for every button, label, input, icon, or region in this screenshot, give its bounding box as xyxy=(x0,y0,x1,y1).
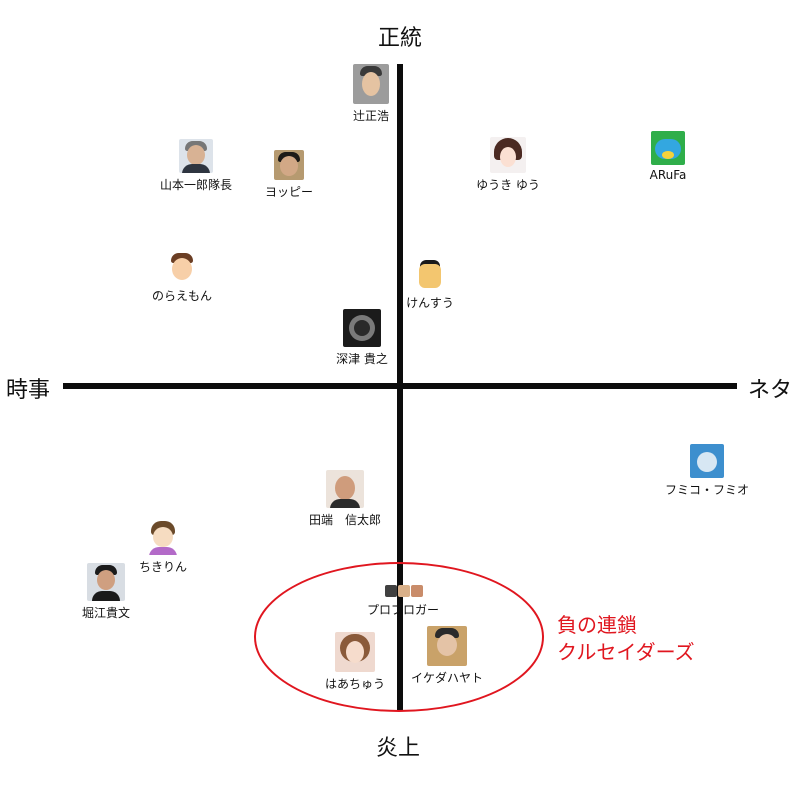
axis-label-top: 正統 xyxy=(378,26,423,51)
person-name: ARuFa xyxy=(649,168,687,182)
person-name: フミコ・フミオ xyxy=(664,483,749,497)
person-name: のらえもん xyxy=(151,289,212,303)
person-norae: のらえもん xyxy=(142,252,222,304)
man-portrait-icon xyxy=(87,563,125,601)
axis-label-bottom: 炎上 xyxy=(376,736,421,761)
highlight-ellipse xyxy=(254,562,544,712)
person-name: 田端 信太郎 xyxy=(308,513,381,527)
person-name: ちきりん xyxy=(138,560,187,574)
group-annotation: 負の連鎖 クルセイダーズ xyxy=(557,612,695,666)
cartoon-face-icon xyxy=(166,252,198,284)
man-portrait-icon xyxy=(326,470,364,508)
annotation-line-1: 負の連鎖 xyxy=(557,613,637,637)
person-chikirin: ちきりん xyxy=(131,521,195,575)
anime-girl-icon xyxy=(490,137,526,173)
axis-label-left: 時事 xyxy=(6,378,51,403)
person-name: 山本一郎隊長 xyxy=(159,178,232,192)
positioning-map: 正統 炎上 時事 ネタ 辻正浩 山本一郎隊長 ヨッピー ゆうき ゆう ARuFa… xyxy=(0,0,800,800)
person-fumiko: フミコ・フミオ xyxy=(660,444,754,498)
person-horie: 堀江貴文 xyxy=(74,563,138,621)
person-name: ヨッピー xyxy=(264,185,313,199)
man-portrait-icon xyxy=(274,150,304,180)
person-name: けんすう xyxy=(406,296,454,310)
person-fukatsu: 深津 貴之 xyxy=(330,309,394,367)
camera-lens-icon xyxy=(343,309,381,347)
person-yuuki: ゆうき ゆう xyxy=(468,137,548,193)
cartoon-face-icon xyxy=(414,259,446,291)
annotation-line-2: クルセイダーズ xyxy=(557,640,695,664)
person-name: ゆうき ゆう xyxy=(476,178,540,192)
person-tabata: 田端 信太郎 xyxy=(300,470,390,528)
person-kensuu: けんすう xyxy=(400,259,460,311)
person-name: 辻正浩 xyxy=(352,109,389,123)
person-name: 堀江貴文 xyxy=(81,606,130,620)
axis-label-right: ネタ xyxy=(748,378,793,403)
person-yoppy: ヨッピー xyxy=(259,150,319,200)
person-yamamoto: 山本一郎隊長 xyxy=(150,139,242,193)
cartoon-face-icon xyxy=(146,521,180,555)
man-portrait-icon xyxy=(353,64,389,104)
person-arufa: ARuFa xyxy=(640,131,696,182)
person-tsuji: 辻正浩 xyxy=(340,64,402,124)
mascot-icon xyxy=(651,131,685,165)
man-portrait-icon xyxy=(179,139,213,173)
horizontal-axis-line xyxy=(63,383,737,389)
person-name: 深津 貴之 xyxy=(336,352,388,366)
mascot-icon xyxy=(690,444,724,478)
